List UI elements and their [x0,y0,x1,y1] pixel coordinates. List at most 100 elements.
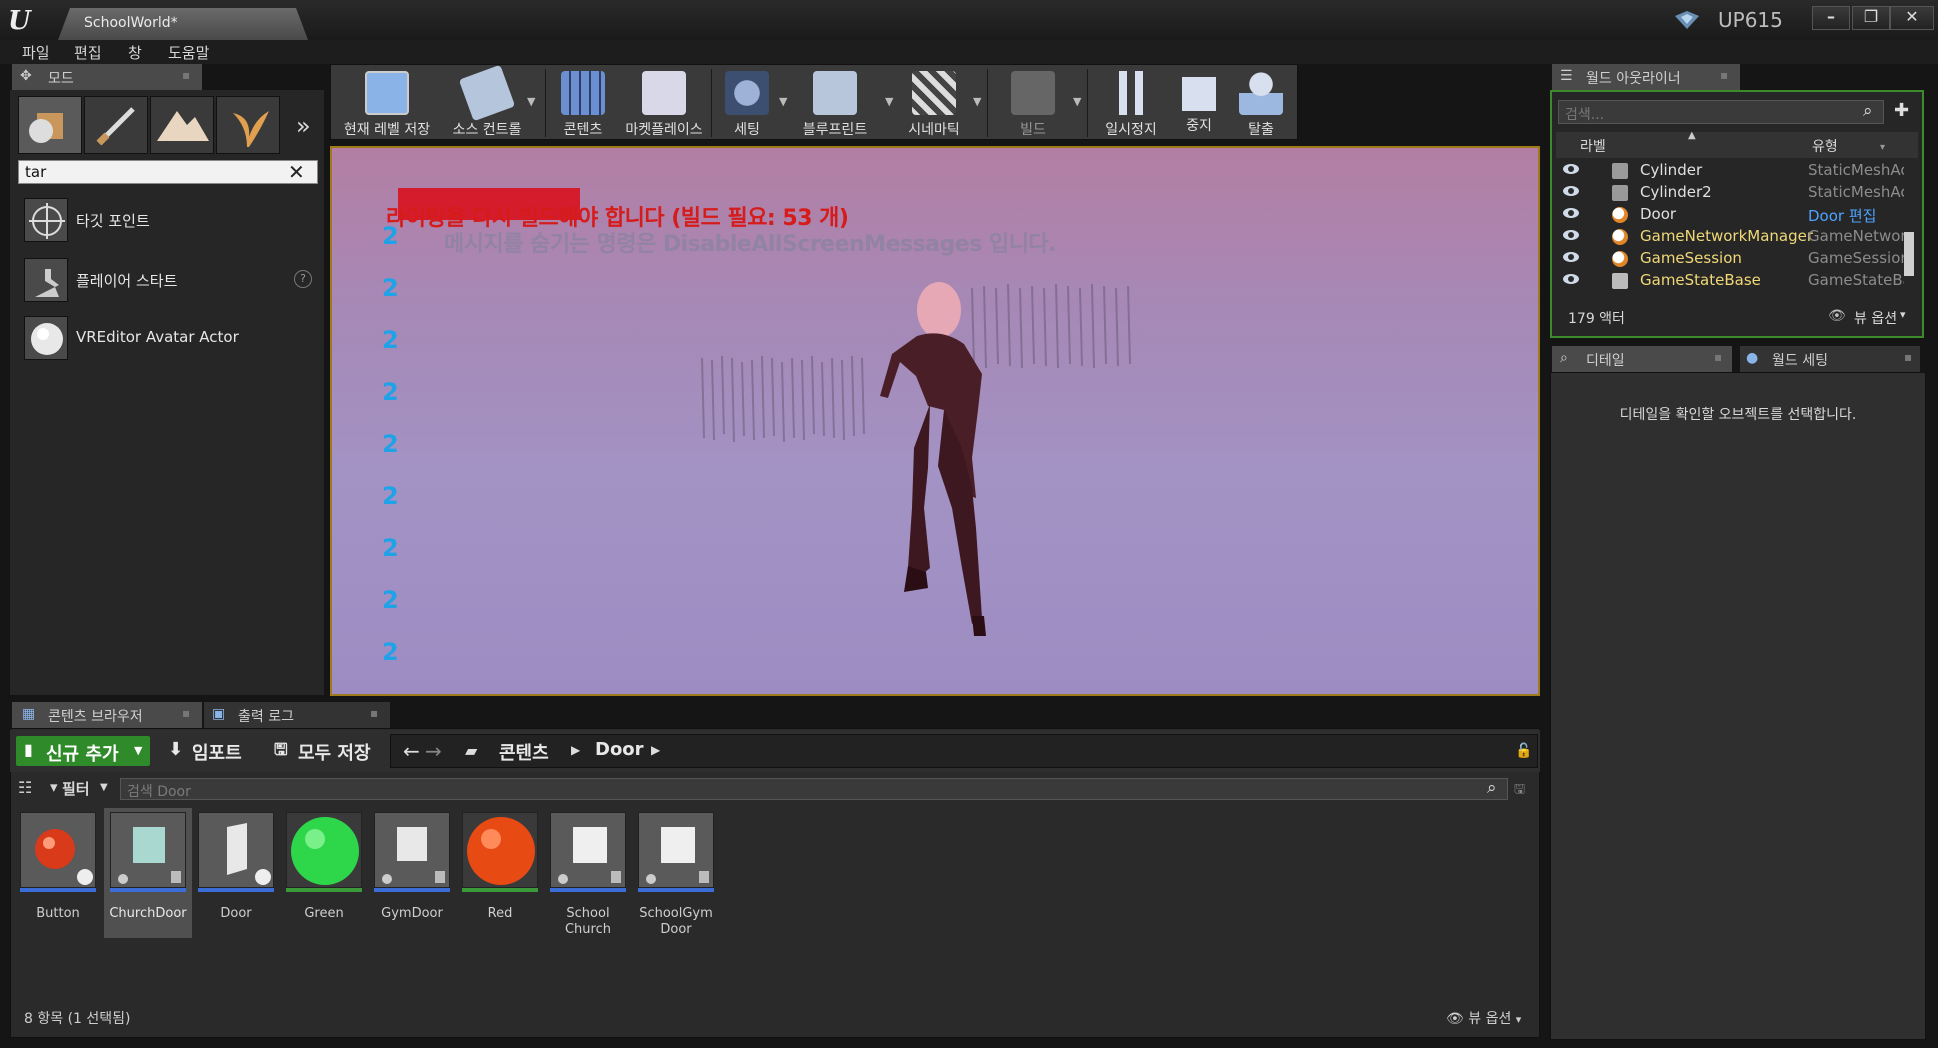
tab-modes[interactable]: ✥ 모드 ▪ [12,64,202,90]
outliner-row[interactable]: GameNetworkManager GameNetwork [1556,226,1906,248]
chevron-down-icon[interactable]: ▼ [885,95,893,108]
close-icon[interactable]: ▪ [1904,350,1912,364]
visibility-eye-icon[interactable] [1562,206,1580,220]
content-button[interactable]: 콘텐츠 [549,67,617,139]
visibility-eye-icon[interactable] [1562,162,1580,176]
outliner-row[interactable]: GameStateBase GameStateBa [1556,270,1906,292]
asset-tile[interactable]: Button [14,808,102,938]
help-icon[interactable]: ? [294,270,312,288]
save-current-level-button[interactable]: 현재 레벨 저장 [339,67,435,139]
lock-icon[interactable]: 🔓 [1515,743,1532,759]
clear-search-icon[interactable]: ✕ [288,160,305,184]
view-options-button[interactable]: 뷰 옵션 [1854,308,1897,328]
close-icon[interactable]: ▪ [1720,68,1728,82]
import-button[interactable]: 임포트 [192,739,242,765]
content-view-options[interactable]: 👁 뷰 옵션 ▾ [1446,1008,1521,1028]
back-arrow-icon[interactable]: ← [403,739,420,763]
close-button[interactable]: ✕ [1890,6,1934,30]
asset-type-bar [462,888,538,892]
unreal-logo-icon[interactable]: U [8,6,42,36]
tab-world-settings[interactable]: ● 월드 세팅 ▪ [1740,346,1920,372]
eject-button[interactable]: 탈출 [1231,67,1291,139]
forward-arrow-icon[interactable]: → [425,739,442,763]
source-control-button[interactable]: 소스 컨트롤 [441,64,533,139]
settings-button[interactable]: 세팅 [715,67,779,139]
modes-search-input[interactable]: tar [18,160,318,184]
tab-content-browser[interactable]: ▦ 콘텐츠 브라우저 ▪ [12,702,202,728]
marketplace-button[interactable]: 마켓플레이스 [621,67,707,139]
path-root[interactable]: 콘텐츠 [499,739,549,765]
tab-details[interactable]: ⌕ 디테일 ▪ [1552,346,1732,372]
asset-tile[interactable]: School Church [544,808,632,938]
cinematics-button[interactable]: 시네마틱 [897,67,971,139]
filter-button[interactable]: 필터 [62,778,90,799]
chevron-down-icon[interactable]: ▼ [527,95,535,108]
save-all-button[interactable]: 모두 저장 [298,739,371,765]
path-bar: ← → ▰ 콘텐츠 ▶ Door ▶ 🔓 [390,734,1538,768]
landscape-mode-button[interactable] [150,96,214,154]
level-viewport[interactable]: 라이팅을 다시 빌드해야 합니다 (빌드 필요: 53 개) 메시지를 숨기는 … [330,146,1540,696]
asset-thumbnail [550,812,626,888]
build-button[interactable]: 빌드 [993,67,1073,139]
menu-file[interactable]: 파일 [22,42,50,63]
asset-tile-selected[interactable]: ChurchDoor [104,808,192,938]
tab-output-log[interactable]: ▣ 출력 로그 ▪ [204,702,390,728]
place-item-player-start[interactable]: 플레이어 스타트 ? [14,254,314,308]
project-name: UP615 [1718,8,1783,32]
maximize-button[interactable]: ❐ [1852,6,1890,30]
menu-edit[interactable]: 편집 [74,42,102,63]
place-mode-button[interactable] [18,96,82,154]
outliner-row[interactable]: Door Door 편집 [1556,204,1906,226]
stop-button[interactable]: 중지 [1171,67,1227,139]
cinematics-label: 시네마틱 [908,122,960,138]
chevron-down-icon[interactable]: ▼ [779,95,787,108]
blueprints-button[interactable]: 블루프린트 [793,67,877,139]
asset-tile[interactable]: Green [280,808,368,938]
tab-world-outliner[interactable]: ☰ 월드 아웃라이너 ▪ [1552,64,1740,90]
pin-add-icon[interactable]: ✚ [1894,100,1909,121]
place-item-target-point[interactable]: 타깃 포인트 [14,194,314,248]
close-icon[interactable]: ▪ [182,706,190,720]
sources-toggle-icon[interactable]: ☷ [18,778,32,797]
path-separator-icon[interactable]: ▶ [571,743,580,757]
path-current[interactable]: Door [595,739,644,760]
asset-tile[interactable]: Door [192,808,280,938]
chevron-down-icon[interactable]: ▼ [1073,95,1081,108]
visibility-eye-icon[interactable] [1562,250,1580,264]
add-new-button[interactable]: ▮ 신규 추가 ▼ [16,736,150,766]
chevron-down-icon[interactable]: ▾ [1900,308,1906,321]
asset-tile[interactable]: GymDoor [368,808,456,938]
outliner-search-input[interactable]: 검색... ⌕ [1558,100,1884,124]
menu-help[interactable]: 도움말 [168,42,209,63]
col-type[interactable]: 유형 [1812,136,1838,156]
paint-mode-button[interactable] [84,96,148,154]
visibility-eye-icon[interactable] [1562,272,1580,286]
outliner-row[interactable]: Cylinder StaticMeshAc [1556,160,1906,182]
path-separator-icon[interactable]: ▶ [651,743,660,757]
chevron-down-icon[interactable]: ▼ [973,95,981,108]
save-search-icon[interactable]: 🖫 [1514,780,1525,802]
visibility-eye-icon[interactable] [1562,228,1580,242]
close-icon[interactable]: ▪ [370,706,378,720]
close-icon[interactable]: ▪ [182,68,190,82]
foliage-mode-button[interactable] [216,96,280,154]
close-icon[interactable]: ▪ [1714,350,1722,364]
document-tab[interactable]: SchoolWorld* [58,8,308,40]
pause-button[interactable]: 일시정지 [1095,67,1167,139]
asset-tile[interactable]: Red [456,808,544,938]
content-search-input[interactable]: 검색 Door ⌕ [120,778,1508,800]
outliner-row[interactable]: Cylinder2 StaticMeshAc [1556,182,1906,204]
outliner-scrollbar[interactable] [1904,232,1914,276]
edit-blueprint-link[interactable]: Door 편집 [1808,205,1904,226]
visibility-eye-icon[interactable] [1562,184,1580,198]
asset-tile[interactable]: SchoolGym Door [632,808,720,938]
chevron-down-icon[interactable]: ▼ [100,782,108,793]
outliner-row[interactable]: GameSession GameSession [1556,248,1906,270]
source-control-icon[interactable] [1672,8,1702,32]
col-label[interactable]: 라벨 [1580,136,1606,156]
more-modes-icon[interactable]: » [296,112,311,140]
menu-window[interactable]: 창 [128,42,142,63]
place-item-vreditor-avatar[interactable]: VREditor Avatar Actor [14,312,314,366]
chevron-down-icon[interactable]: ▾ [1880,142,1885,153]
minimize-button[interactable]: – [1812,6,1850,30]
